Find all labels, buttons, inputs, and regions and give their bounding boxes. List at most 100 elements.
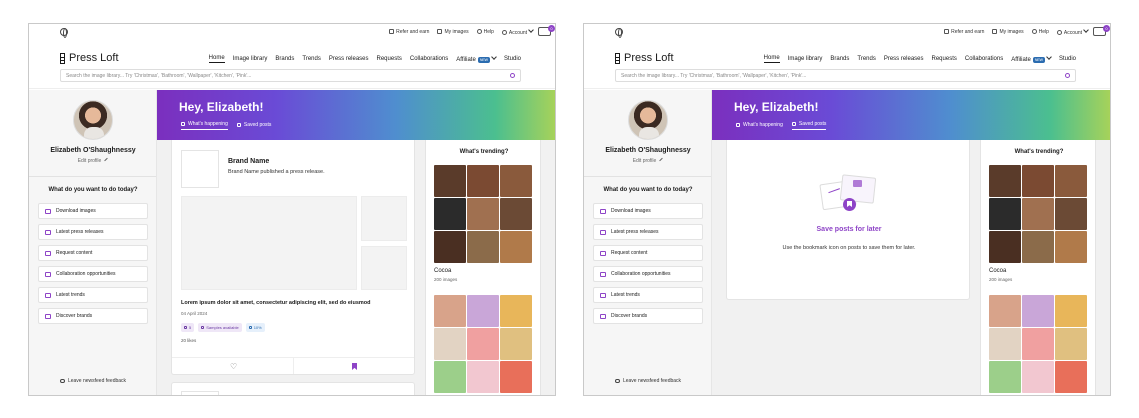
- nav-home[interactable]: Home: [763, 55, 780, 63]
- search-input[interactable]: Search the image library... Try 'Christm…: [615, 69, 1076, 82]
- avatar[interactable]: [73, 100, 113, 140]
- post-title[interactable]: Lorem ipsum dolor sit amet, consectetur …: [181, 300, 370, 306]
- logo[interactable]: Press Loft: [615, 52, 674, 64]
- edit-profile-link[interactable]: Edit profile: [29, 157, 157, 164]
- collection-name[interactable]: Cocoa: [434, 268, 451, 274]
- logo[interactable]: Press Loft: [60, 52, 119, 64]
- action-collaboration[interactable]: Collaboration opportunities: [593, 266, 703, 282]
- nav-brands[interactable]: Brands: [275, 56, 294, 62]
- user-icon: [1056, 30, 1062, 35]
- feedback-link[interactable]: Leave newsfeed feedback: [584, 378, 712, 384]
- nav-affiliate[interactable]: Affiliate NEW: [456, 54, 497, 63]
- action-latest-press-releases[interactable]: Latest press releases: [593, 224, 703, 240]
- action-download-images[interactable]: Download images: [593, 203, 703, 219]
- action-latest-press-releases[interactable]: Latest press releases: [38, 224, 148, 240]
- post-image-main[interactable]: [181, 196, 357, 290]
- nav-trends[interactable]: Trends: [302, 56, 320, 62]
- divider: [584, 176, 711, 177]
- bookmark-icon[interactable]: [352, 363, 357, 370]
- feedback-link[interactable]: Leave newsfeed feedback: [29, 378, 157, 384]
- brand-logo[interactable]: [181, 150, 219, 188]
- nav-press-releases[interactable]: Press releases: [884, 56, 924, 62]
- post-card-next[interactable]: [171, 382, 415, 395]
- search-icon[interactable]: [510, 73, 515, 78]
- nav-studio[interactable]: Studio: [504, 56, 521, 62]
- pastel-moodboard[interactable]: [434, 295, 532, 393]
- action-latest-trends[interactable]: Latest trends: [38, 287, 148, 303]
- empty-state-description: Use the bookmark icon on posts to save t…: [782, 245, 916, 251]
- moodboard-photo: [1055, 231, 1087, 263]
- moodboard-photo: [500, 361, 532, 393]
- nav-studio[interactable]: Studio: [1059, 56, 1076, 62]
- refer-link[interactable]: Refer and earn: [944, 29, 984, 35]
- tag-icon: [248, 326, 252, 329]
- sidebar-heading: What do you want to do today?: [48, 187, 138, 193]
- nav-requests[interactable]: Requests: [377, 56, 402, 62]
- pastel-moodboard[interactable]: [989, 295, 1087, 393]
- action-latest-trends[interactable]: Latest trends: [593, 287, 703, 303]
- main-header: Press Loft Home Image library Brands Tre…: [29, 41, 555, 89]
- bookmark-icon: [236, 122, 241, 127]
- screen-saved-posts: Refer and earn My images Help Account 0 …: [583, 23, 1111, 396]
- action-request-content[interactable]: Request content: [38, 245, 148, 261]
- speech-bubble-icon: [59, 379, 65, 383]
- globe-icon[interactable]: [60, 28, 68, 38]
- account-menu[interactable]: Account: [501, 27, 534, 36]
- search-icon[interactable]: [1065, 73, 1070, 78]
- nav-image-library[interactable]: Image library: [233, 56, 268, 62]
- moodboard-photo: [1055, 361, 1087, 393]
- divider: [293, 358, 294, 374]
- tab-saved-posts[interactable]: Saved posts: [791, 121, 827, 130]
- search-input[interactable]: Search the image library... Try 'Christm…: [60, 69, 521, 82]
- account-menu[interactable]: Account: [1056, 27, 1089, 36]
- moodboard-photo: [1022, 198, 1054, 230]
- screen-whats-happening: Refer and earn My images Help Account 0 …: [28, 23, 556, 396]
- my-images-link[interactable]: My images: [992, 29, 1024, 35]
- nav-press-releases[interactable]: Press releases: [329, 56, 369, 62]
- tab-whats-happening[interactable]: What's happening: [736, 121, 783, 130]
- profile-name: Elizabeth O'Shaughnessy: [605, 147, 691, 154]
- help-link[interactable]: Help: [476, 29, 494, 35]
- avatar[interactable]: [628, 100, 668, 140]
- nav-requests[interactable]: Requests: [932, 56, 957, 62]
- nav-trends[interactable]: Trends: [857, 56, 875, 62]
- globe-icon[interactable]: [615, 28, 623, 38]
- action-discover-brands[interactable]: Discover brands: [593, 308, 703, 324]
- chevron-down-icon: [1083, 27, 1089, 33]
- new-badge: NEW: [1032, 57, 1045, 63]
- tab-whats-happening[interactable]: What's happening: [181, 121, 228, 130]
- post-image-tertiary[interactable]: [361, 246, 407, 290]
- logo-mark-icon: [60, 52, 65, 64]
- my-images-link[interactable]: My images: [437, 29, 469, 35]
- post-likes: 20 likes: [181, 338, 197, 343]
- nav-affiliate[interactable]: Affiliate NEW: [1011, 54, 1052, 63]
- brand-name[interactable]: Brand Name: [228, 158, 269, 165]
- post-card[interactable]: Brand Name Brand Name published a press …: [171, 140, 415, 375]
- nav-collaborations[interactable]: Collaborations: [965, 56, 1003, 62]
- like-heart-icon[interactable]: ♡: [230, 363, 237, 371]
- cocoa-moodboard[interactable]: [989, 165, 1087, 263]
- cocoa-moodboard[interactable]: [434, 165, 532, 263]
- empty-state-title: Save posts for later: [816, 226, 882, 233]
- collection-name[interactable]: Cocoa: [989, 268, 1006, 274]
- moodboard-photo: [1055, 198, 1087, 230]
- gift-icon: [944, 29, 950, 34]
- help-link[interactable]: Help: [1031, 29, 1049, 35]
- action-request-content[interactable]: Request content: [593, 245, 703, 261]
- moodboard-photo: [1055, 165, 1087, 197]
- nav-home[interactable]: Home: [208, 55, 225, 63]
- nav-image-library[interactable]: Image library: [788, 56, 823, 62]
- action-download-images[interactable]: Download images: [38, 203, 148, 219]
- action-discover-brands[interactable]: Discover brands: [38, 308, 148, 324]
- tab-saved-posts[interactable]: Saved posts: [236, 121, 271, 130]
- profile-name: Elizabeth O'Shaughnessy: [50, 147, 136, 154]
- greeting: Hey, Elizabeth!: [179, 100, 264, 114]
- refer-link[interactable]: Refer and earn: [389, 29, 429, 35]
- nav-brands[interactable]: Brands: [830, 56, 849, 62]
- action-collaboration[interactable]: Collaboration opportunities: [38, 266, 148, 282]
- nav-collaborations[interactable]: Collaborations: [410, 56, 448, 62]
- edit-profile-link[interactable]: Edit profile: [584, 157, 712, 164]
- post-image-secondary[interactable]: [361, 196, 407, 241]
- moodboard-photo: [1022, 328, 1054, 360]
- handshake-icon: [45, 271, 51, 277]
